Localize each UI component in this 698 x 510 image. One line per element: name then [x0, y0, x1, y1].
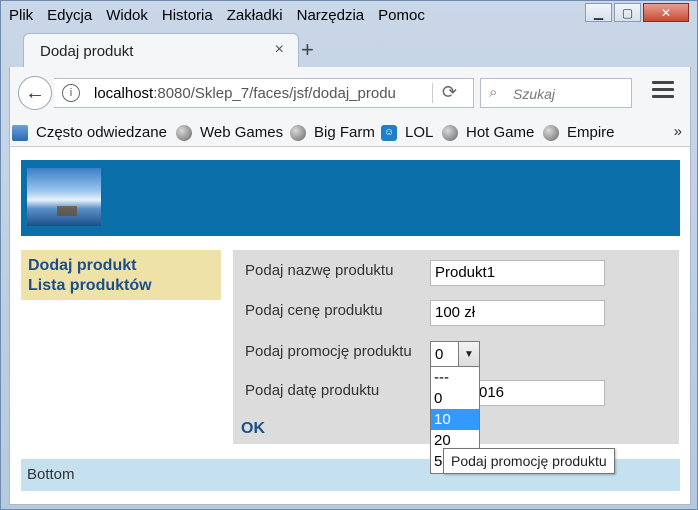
promo-option[interactable]: ---: [431, 367, 479, 388]
tab-dodaj-produkt[interactable]: Dodaj produkt ×: [23, 33, 299, 67]
menu-pomoc[interactable]: Pomoc: [378, 5, 425, 27]
tab-bar: Dodaj produkt × +: [9, 33, 689, 67]
globe-icon: [290, 124, 306, 141]
bookmark-czesto-odwiedzane[interactable]: Często odwiedzane: [12, 124, 167, 141]
globe-icon: [176, 124, 192, 141]
url-bar[interactable]: i localhost:8080/Sklep_7/faces/jsf/dodaj…: [54, 78, 474, 108]
date-label: Podaj datę produktu: [245, 382, 380, 399]
bookmark-label: Empire: [567, 124, 615, 141]
tab-title: Dodaj produkt: [40, 43, 134, 60]
menu-zakladki[interactable]: Zakładki: [227, 5, 283, 27]
footer-text: Bottom: [27, 466, 75, 483]
menu-bar: Plik Edycja Widok Historia Zakładki Narz…: [9, 5, 439, 27]
link-lista-produktow[interactable]: Lista produktów: [28, 276, 221, 296]
url-text[interactable]: localhost:8080/Sklep_7/faces/jsf/dodaj_p…: [94, 85, 396, 102]
back-button[interactable]: ←: [18, 76, 52, 110]
menu-icon[interactable]: [652, 81, 674, 102]
bookmark-lol[interactable]: ☺ LOL: [381, 124, 433, 141]
url-path: :8080/Sklep_7/faces/jsf/dodaj_produ: [153, 85, 396, 102]
price-label: Podaj cenę produktu: [245, 302, 383, 319]
price-input[interactable]: 100 zł: [430, 300, 605, 326]
maximize-button[interactable]: ▢: [614, 3, 641, 22]
close-tab-icon[interactable]: ×: [275, 41, 284, 59]
banner-image: [27, 168, 101, 226]
sidebar: Dodaj produkt Lista produktów: [21, 250, 221, 300]
url-divider: [432, 83, 433, 103]
promo-selected-value: 0: [435, 346, 444, 363]
search-box[interactable]: ⌕ Szukaj: [480, 78, 632, 108]
globe-icon: [442, 124, 458, 141]
bookmark-label: Web Games: [200, 124, 284, 141]
globe-icon: [543, 124, 559, 141]
menu-narzedzia[interactable]: Narzędzia: [297, 5, 365, 27]
menu-historia[interactable]: Historia: [162, 5, 213, 27]
menu-widok[interactable]: Widok: [106, 5, 148, 27]
page-content: Dodaj produkt Lista produktów Podaj nazw…: [9, 147, 691, 505]
info-icon[interactable]: i: [62, 84, 80, 102]
tooltip: Podaj promocję produktu: [443, 448, 615, 474]
ok-button[interactable]: OK: [241, 420, 265, 438]
reload-icon[interactable]: ⟳: [442, 82, 457, 103]
menu-plik[interactable]: Plik: [9, 5, 33, 27]
more-bookmarks-icon[interactable]: »: [674, 123, 682, 140]
promo-option[interactable]: 0: [431, 388, 479, 409]
window-controls: ▁ ▢ ✕: [583, 3, 689, 22]
search-icon: ⌕: [489, 84, 498, 101]
close-window-button[interactable]: ✕: [643, 3, 689, 22]
promo-select[interactable]: 0 ▼: [430, 341, 480, 367]
bookmark-hot-game[interactable]: Hot Game: [442, 124, 534, 141]
bookmark-big-farm[interactable]: Big Farm: [290, 124, 375, 141]
bookmark-label: Big Farm: [314, 124, 375, 141]
bookmarks-bar: Często odwiedzane Web Games Big Farm ☺ L…: [9, 119, 691, 147]
link-dodaj-produkt[interactable]: Dodaj produkt: [28, 256, 221, 276]
name-label: Podaj nazwę produktu: [245, 262, 394, 279]
smiley-icon: ☺: [381, 124, 397, 141]
bookmark-label: Hot Game: [466, 124, 535, 141]
promo-label: Podaj promocję produktu: [245, 343, 412, 360]
minimize-button[interactable]: ▁: [585, 3, 612, 22]
bookmark-empire[interactable]: Empire: [543, 124, 615, 141]
bookmark-web-games[interactable]: Web Games: [176, 124, 283, 141]
navigation-bar: ← i localhost:8080/Sklep_7/faces/jsf/dod…: [9, 67, 691, 119]
browser-window: Plik Edycja Widok Historia Zakładki Narz…: [0, 0, 698, 510]
bookmark-label: LOL: [405, 124, 434, 141]
chevron-down-icon[interactable]: ▼: [458, 342, 479, 366]
menu-edycja[interactable]: Edycja: [47, 5, 92, 27]
promo-option-highlighted[interactable]: 10: [431, 409, 479, 430]
url-host: localhost: [94, 85, 154, 102]
header-banner: [21, 160, 680, 236]
new-tab-icon[interactable]: +: [301, 37, 314, 63]
bookmark-label: Często odwiedzane: [36, 124, 167, 141]
name-input[interactable]: Produkt1: [430, 260, 605, 286]
search-placeholder: Szukaj: [513, 86, 556, 102]
bookmark-folder-icon: [12, 124, 28, 141]
